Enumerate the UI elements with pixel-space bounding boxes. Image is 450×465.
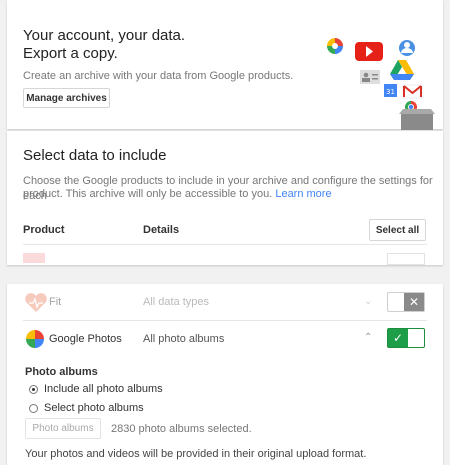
select-all-button[interactable]: Select all [369,219,426,241]
chevron-down-icon[interactable]: ⌄ [364,296,372,307]
contacts-icon [360,70,380,84]
intro-title-line1: Your account, your data. [23,27,186,44]
upload-format-note: Your photos and videos will be provided … [25,448,367,460]
photo-albums-heading: Photo albums [25,366,98,378]
faded-toggle [387,253,425,265]
albums-count-text: 2830 photo albums selected. [111,423,252,435]
calendar-icon: 31 [384,84,397,97]
photos-pinwheel-icon [327,38,343,54]
row-divider [23,320,427,321]
svg-text:31: 31 [386,88,395,96]
radio-include-all-label[interactable]: Include all photo albums [44,383,163,395]
toggle-fit[interactable]: ✕ [387,292,425,312]
select-data-card: Select data to include Choose the Google… [7,131,443,265]
learn-more-link[interactable]: Learn more [275,188,331,200]
archive-box-icon [399,109,435,130]
column-header-details: Details [143,224,180,236]
select-desc-text: product. This archive will only be acces… [23,188,273,200]
product-details-google-photos[interactable]: All photo albums [143,333,224,345]
profile-icon [399,40,415,56]
drive-icon [390,60,414,80]
manage-archives-button[interactable]: Manage archives [23,88,110,108]
gmail-icon [402,84,423,99]
photo-albums-button[interactable]: Photo albums [25,418,101,439]
photos-pinwheel-icon [26,330,44,348]
product-details-fit[interactable]: All data types [143,296,209,308]
fit-heart-icon [25,293,47,312]
x-icon: ✕ [404,293,424,311]
google-products-illustration: 31 [327,38,435,130]
select-heading: Select data to include [23,147,167,164]
column-header-product: Product [23,224,65,236]
chevron-up-icon[interactable]: ⌃ [364,332,372,343]
select-desc-line2: product. This archive will only be acces… [23,187,332,202]
intro-subtitle: Create an archive with your data from Go… [23,70,294,82]
faded-product-icon [23,253,45,263]
intro-title-line2: Export a copy. [23,45,118,62]
radio-select-albums[interactable] [29,404,38,413]
header-divider [23,244,427,245]
radio-include-all[interactable] [29,385,38,394]
radio-select-albums-label[interactable]: Select photo albums [44,402,144,414]
products-card: Fit All data types ⌄ ✕ Google Photos All… [7,284,443,465]
product-name-google-photos: Google Photos [49,333,122,345]
product-name-fit: Fit [49,296,62,308]
toggle-google-photos[interactable]: ✓ [387,328,425,348]
intro-card: Your account, your data. Export a copy. … [7,0,443,130]
youtube-icon [355,42,383,61]
checkmark-icon: ✓ [388,329,408,347]
